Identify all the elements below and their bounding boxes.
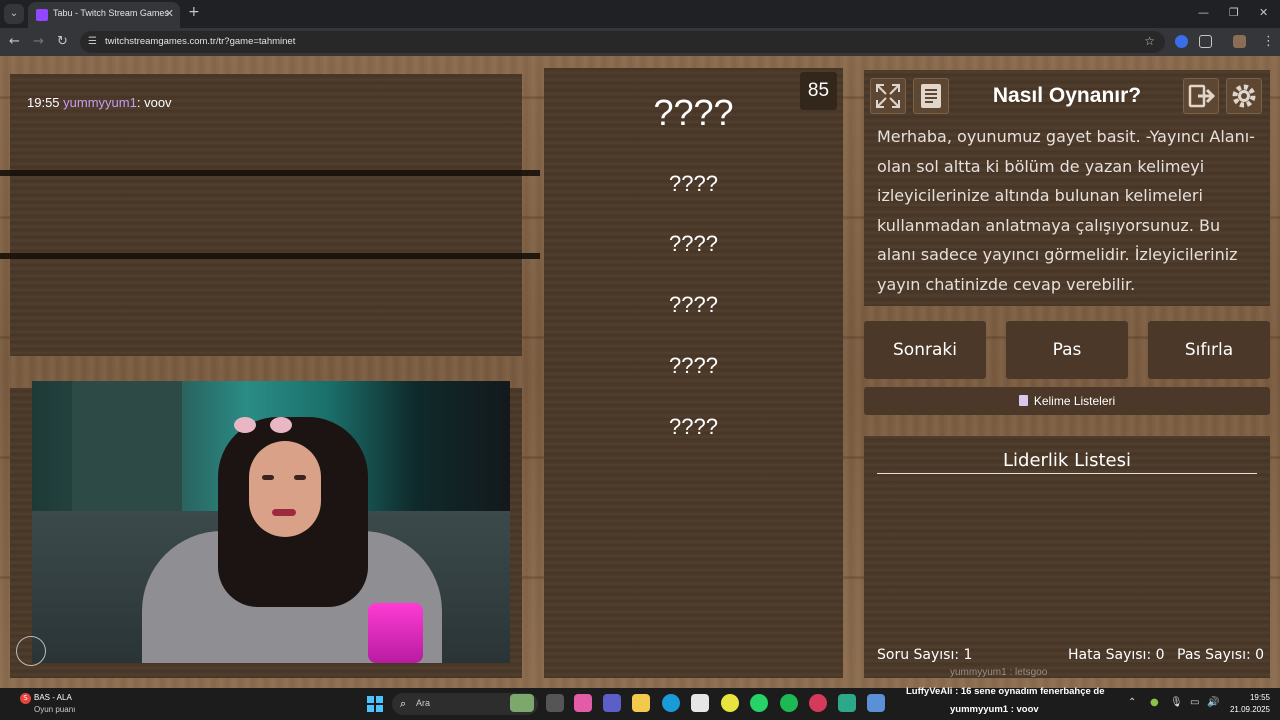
word-lists-label: Kelime Listeleri	[1033, 394, 1116, 408]
start-button[interactable]	[367, 696, 383, 712]
profile-avatar[interactable]	[1233, 35, 1246, 48]
overlay-chat-ghost: yummyyum1 : letsgoo	[950, 667, 1048, 678]
app-icon[interactable]	[838, 694, 856, 712]
extension-icon[interactable]	[1175, 35, 1188, 48]
webcam-feed	[32, 381, 510, 663]
leaderboard-divider	[877, 473, 1257, 474]
reload-icon[interactable]: ↻	[57, 34, 68, 49]
chat-text: : voov	[136, 95, 172, 110]
edge-icon[interactable]	[662, 694, 680, 712]
search-icon: ⌕	[400, 697, 407, 710]
overlay-chat-line: LuffyVeAli : 16 sene oynadım fenerbahçe …	[906, 686, 1105, 697]
pass-count: Pas Sayısı: 0	[1177, 647, 1265, 663]
tray-app-icon[interactable]: ●	[1150, 697, 1159, 708]
minimize-icon[interactable]: —	[1198, 6, 1209, 19]
taboo-word: ????	[669, 292, 718, 317]
chat-time: 19:55	[27, 95, 60, 110]
whatsapp-icon[interactable]	[750, 694, 768, 712]
cat-ear-right	[270, 417, 292, 433]
word-lists-button[interactable]: Kelime Listeleri	[864, 387, 1270, 415]
twitch-favicon-icon	[36, 9, 48, 21]
chat-message: 19:55 yummyyum1: voov	[27, 95, 172, 110]
app-icon[interactable]	[867, 694, 885, 712]
forward-icon[interactable]: →	[33, 34, 44, 49]
wood-groove	[0, 253, 540, 259]
tray-chevron-icon[interactable]: ⌃	[1128, 697, 1136, 708]
teams-icon[interactable]	[603, 694, 621, 712]
taboo-word: ????	[669, 171, 718, 196]
store-icon[interactable]	[691, 694, 709, 712]
next-button[interactable]: Sonraki	[864, 321, 986, 379]
spotify-icon[interactable]	[780, 694, 798, 712]
microphone-icon[interactable]: 🎙	[1170, 697, 1183, 708]
help-description: Merhaba, oyunumuz gayet basit. -Yayıncı …	[877, 127, 1255, 294]
opera-icon[interactable]	[809, 694, 827, 712]
tab-title: Tabu - Twitch Stream Games	[53, 8, 169, 18]
browser-menu-icon[interactable]: ⋮	[1262, 34, 1275, 49]
logout-icon	[1188, 84, 1216, 108]
cat-ear-left	[234, 417, 256, 433]
browser-tab-bar: ⌄ Tabu - Twitch Stream Games ✕ + — ❐ ✕	[0, 0, 1280, 28]
overlay-chat-line: yummyyum1 : voov	[950, 704, 1039, 715]
search-highlight-icon[interactable]	[510, 694, 534, 712]
exit-button[interactable]	[1183, 78, 1219, 114]
tab-search-icon[interactable]: ⌄	[4, 4, 24, 24]
widget-subtitle: Oyun puanı	[34, 705, 76, 714]
chat-username: yummyyum1	[63, 95, 137, 110]
tab-close-icon[interactable]: ✕	[165, 7, 174, 20]
clock-date[interactable]: 21.09.2025	[1220, 705, 1270, 714]
network-icon[interactable]: ▭	[1190, 697, 1199, 708]
url-text: twitchstreamgames.com.tr/tr?game=tahmine…	[105, 36, 296, 47]
notebook-icon	[1018, 395, 1028, 406]
settings-button[interactable]	[1226, 78, 1262, 114]
chrome-icon[interactable]	[721, 694, 739, 712]
question-count: Soru Sayısı: 1	[877, 647, 973, 663]
restore-icon[interactable]: ❐	[1229, 6, 1239, 19]
taboo-word: ????	[669, 231, 718, 256]
pass-button[interactable]: Pas	[1006, 321, 1128, 379]
webcam-lamp	[368, 603, 423, 663]
chat-panel	[10, 74, 522, 356]
webcam-eye	[294, 475, 306, 480]
stock-widget-icon[interactable]: S	[20, 693, 31, 704]
error-count: Hata Sayısı: 0	[1068, 647, 1165, 663]
webcam-person-face	[249, 441, 321, 537]
webcam-lips	[272, 509, 296, 516]
file-explorer-icon[interactable]	[632, 694, 650, 712]
bookmark-star-icon[interactable]: ☆	[1144, 34, 1155, 48]
widget-title[interactable]: BAS - ALA	[34, 693, 72, 702]
task-view-icon[interactable]	[546, 694, 564, 712]
volume-icon[interactable]: 🔊	[1207, 697, 1219, 708]
reset-button[interactable]: Sıfırla	[1148, 321, 1270, 379]
taboo-word: ????	[669, 353, 718, 378]
clock-time[interactable]: 19:55	[1228, 693, 1270, 702]
copilot-icon[interactable]	[574, 694, 592, 712]
back-icon[interactable]: ←	[9, 34, 20, 49]
extensions-puzzle-icon[interactable]	[1199, 35, 1212, 48]
address-bar[interactable]: ☰ twitchstreamgames.com.tr/tr?game=tahmi…	[80, 31, 1165, 53]
new-tab-icon[interactable]: +	[188, 4, 200, 20]
main-word: ????	[653, 92, 734, 133]
wood-groove	[0, 170, 540, 176]
browser-toolbar: ← → ↻ ☰ twitchstreamgames.com.tr/tr?game…	[0, 28, 1280, 56]
webcam-background	[72, 381, 182, 521]
browser-tab[interactable]: Tabu - Twitch Stream Games ✕	[28, 2, 180, 28]
site-info-icon[interactable]: ☰	[88, 36, 97, 47]
taboo-word: ????	[669, 414, 718, 439]
search-placeholder: Ara	[416, 698, 431, 708]
gear-icon	[1232, 84, 1256, 108]
overlay-corner-icon	[16, 636, 46, 666]
webcam-eye	[262, 475, 274, 480]
leaderboard-title: Liderlik Listesi	[1003, 450, 1131, 471]
window-close-icon[interactable]: ✕	[1259, 6, 1268, 19]
